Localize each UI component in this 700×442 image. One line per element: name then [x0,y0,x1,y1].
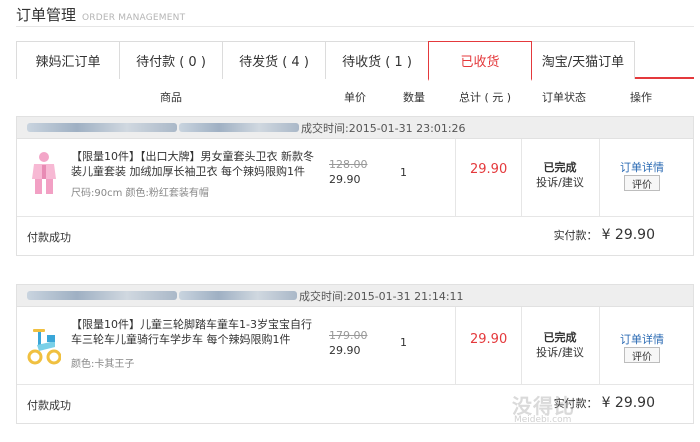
column-unit-price: 单价 [344,91,366,104]
actual-payment-amount: ¥ 29.90 [601,395,655,411]
actual-payment-amount: ¥ 29.90 [601,227,655,243]
column-divider [599,307,600,385]
order-status: 已完成 [543,331,577,344]
review-button[interactable]: 评价 [624,347,660,363]
watermark-site: Meidebi.com [514,415,572,425]
column-divider [455,139,456,217]
actual-payment-label: 实付款： [553,229,598,242]
tab-pending-receipt[interactable]: 待收货 ( 1 ) [325,41,429,79]
product-attributes: 尺码:90cm 颜色:粉红套装有帽 [71,188,209,199]
order-total: 29.90 [470,332,508,347]
tab-pending-shipment[interactable]: 待发货 ( 4 ) [222,41,326,79]
column-product: 商品 [160,91,182,104]
review-button[interactable]: 评价 [624,175,660,191]
order-detail-link[interactable]: 订单详情 [620,159,664,175]
column-action: 操作 [630,91,652,104]
order-detail-link[interactable]: 订单详情 [620,331,664,347]
redacted-order-number [27,123,177,132]
column-quantity: 数量 [403,91,425,104]
order-header: 成交时间:2015-01-31 23:01:26 [17,117,693,139]
page-title: 订单管理 [16,6,77,24]
column-total: 总计 ( 元 ) [459,91,512,104]
actual-payment: 实付款： ¥ 29.90 [554,227,655,243]
tab-pending-payment[interactable]: 待付款 ( 0 ) [119,41,223,79]
title-divider [16,26,694,27]
unit-price: 29.90 [329,344,361,357]
order-footer: 付款成功 实付款： ¥ 29.90 [17,217,693,255]
order-footer: 付款成功 实付款： ¥ 29.90 [17,385,693,423]
order-card: 成交时间:2015-01-31 23:01:26 【限量10件】【出口大牌】男女… [16,116,694,256]
column-status: 订单状态 [542,91,586,104]
product-thumbnail[interactable] [27,321,61,369]
column-divider [455,307,456,385]
product-attributes: 颜色:卡其王子 [71,359,135,370]
original-price: 128.00 [329,158,368,171]
order-header: 成交时间:2015-01-31 21:14:11 [17,285,693,307]
product-thumbnail[interactable] [27,149,61,197]
deal-time: 成交时间:2015-01-31 23:01:26 [301,121,466,135]
quantity: 1 [400,336,407,349]
product-name[interactable]: 【限量10件】儿童三轮脚踏车童车1-3岁宝宝自行车三轮车儿童骑行车学步车 每个辣… [71,317,317,347]
column-divider [521,139,522,217]
deal-time: 成交时间:2015-01-31 21:14:11 [299,289,464,303]
quantity: 1 [400,166,407,179]
order-item: 【限量10件】【出口大牌】男女童套头卫衣 新款冬装儿童套装 加绒加厚长袖卫衣 每… [17,139,693,217]
column-divider [521,307,522,385]
original-price: 179.00 [329,329,368,342]
order-total: 29.90 [470,162,508,177]
complaint-link[interactable]: 投诉/建议 [532,344,588,360]
payment-status: 付款成功 [27,231,71,244]
complaint-link[interactable]: 投诉/建议 [532,174,588,190]
column-divider [599,139,600,217]
unit-price: 29.90 [329,173,361,186]
page-title-area: 订单管理 ORDER MANAGEMENT [16,4,185,25]
product-name[interactable]: 【限量10件】【出口大牌】男女童套头卫衣 新款冬装儿童套装 加绒加厚长袖卫衣 每… [71,149,317,179]
payment-status: 付款成功 [27,399,71,412]
redacted-order-number [27,291,177,300]
order-tabs: 辣妈汇订单 待付款 ( 0 ) 待发货 ( 4 ) 待收货 ( 1 ) 已收货 … [16,41,694,81]
redacted-shop-info [179,123,299,132]
tab-lamahui-orders[interactable]: 辣妈汇订单 [16,41,120,79]
tab-received[interactable]: 已收货 [428,41,532,81]
tab-taobao-tmall-orders[interactable]: 淘宝/天猫订单 [531,41,635,79]
page-subtitle: ORDER MANAGEMENT [82,13,186,23]
order-card: 成交时间:2015-01-31 21:14:11 【限量10件】儿童三轮脚踏车童… [16,284,694,424]
order-status: 已完成 [543,161,577,174]
order-item: 【限量10件】儿童三轮脚踏车童车1-3岁宝宝自行车三轮车儿童骑行车学步车 每个辣… [17,307,693,385]
redacted-shop-info [179,291,297,300]
